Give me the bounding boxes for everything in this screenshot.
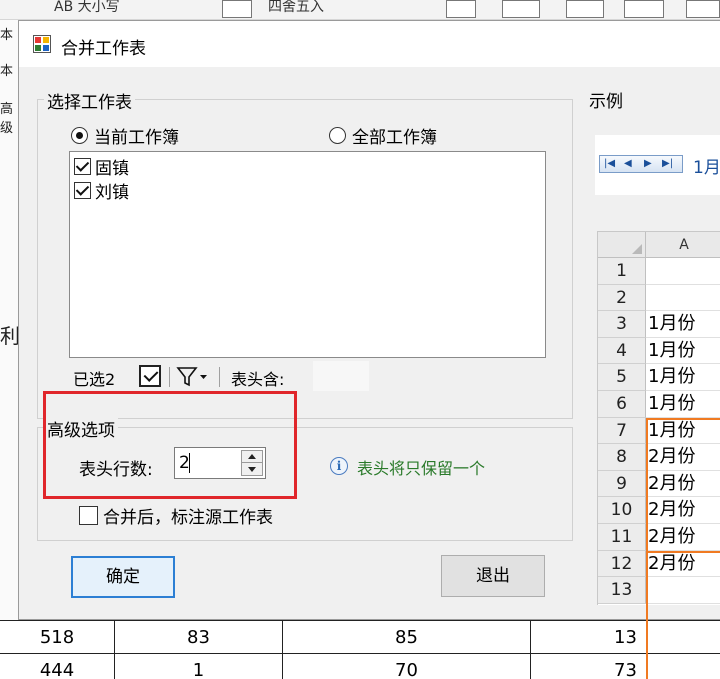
left-label: 本	[0, 28, 14, 43]
select-sheets-label: 选择工作表	[44, 88, 135, 113]
sheet-listbox[interactable]: 固镇 刘镇	[69, 151, 546, 358]
excel-left-strip: 本 本 高级 利	[0, 20, 20, 620]
merge-sheets-dialog: 合并工作表 选择工作表 当前工作簿 全部工作簿 固镇 刘镇 已选2 表头含: 高…	[18, 20, 720, 679]
annotate-source-checkbox[interactable]: 合并后，标注源工作表	[79, 503, 273, 528]
example-preview: |◀ ◀ ▶ ▶| 1月 A 1 2 3 1月份 4 1月份 5 1月份 6 1月份 7 1月份 8 2月份 9 2…	[595, 119, 720, 679]
radio-current-workbook[interactable]: 当前工作簿	[71, 123, 179, 148]
ribbon-table-icon[interactable]	[566, 0, 604, 18]
toolbar-divider	[169, 367, 170, 387]
example-label: 示例	[589, 92, 623, 112]
grid-cell[interactable]: 83	[114, 621, 282, 654]
group-outline-jan	[646, 417, 720, 553]
checkbox-unchecked-icon[interactable]	[79, 506, 98, 525]
filter-dropdown-icon[interactable]	[175, 365, 211, 389]
example-sheet: A 1 2 3 1月份 4 1月份 5 1月份 6 1月份 7 1月份 8 2月份 9 2月份 10 2月份 11 2…	[597, 231, 720, 679]
grid-cell[interactable]: 85	[282, 621, 530, 654]
ribbon-tool-icon[interactable]	[446, 0, 476, 18]
row-header: 2	[598, 284, 646, 312]
grid-cell[interactable]: 518	[0, 621, 114, 654]
ribbon-formula-icon[interactable]	[222, 0, 252, 18]
name-contains-input[interactable]	[313, 361, 369, 391]
radio-all-label: 全部工作簿	[352, 128, 437, 148]
row-header: 5	[598, 364, 646, 391]
sheet-name: 固镇	[95, 159, 129, 179]
ribbon-case-button[interactable]: AB 大小写	[54, 0, 120, 16]
radio-all-workbooks[interactable]: 全部工作簿	[329, 123, 437, 148]
radio-unselected-icon	[329, 127, 346, 144]
header-info-text: 表头将只保留一个	[357, 459, 486, 478]
ribbon-more-icon[interactable]	[686, 0, 720, 18]
select-all-checkbox-icon[interactable]	[139, 365, 161, 387]
list-toolbar: 已选2 表头含:	[69, 359, 546, 393]
radio-selected-icon	[71, 127, 88, 144]
grid-cell[interactable]: 1	[114, 654, 282, 679]
merge-app-icon	[33, 35, 51, 53]
example-cell: 1月份	[646, 311, 720, 338]
checkbox-checked-icon[interactable]	[74, 158, 91, 175]
ribbon-sheet-icon[interactable]	[502, 0, 540, 18]
row-header: 9	[598, 470, 646, 498]
row-header: 8	[598, 444, 646, 471]
grid-cell[interactable]: 444	[0, 654, 114, 679]
group-outline-feb	[646, 550, 720, 679]
left-partial-text: 利	[0, 324, 20, 348]
row-header: 1	[598, 258, 646, 285]
example-cell: 1月份	[646, 364, 720, 391]
row-header: 4	[598, 337, 646, 365]
exit-button[interactable]: 退出	[441, 555, 545, 597]
grid-cell[interactable]: 70	[282, 654, 530, 679]
row-header: 11	[598, 524, 646, 551]
row-header: 10	[598, 497, 646, 524]
highlight-box	[43, 391, 297, 499]
table-row: 518 83 85 13	[0, 620, 720, 654]
example-cell	[646, 258, 720, 285]
example-tab-strip: |◀ ◀ ▶ ▶| 1月	[595, 135, 720, 195]
row-header: 7	[598, 417, 646, 445]
sheet-name: 刘镇	[95, 183, 129, 203]
sheet-nav-arrows-icon: |◀ ◀ ▶ ▶|	[599, 155, 683, 173]
excel-grid: 518 83 85 13 444 1 70 73	[0, 620, 720, 679]
list-item[interactable]: 刘镇	[74, 178, 129, 203]
ribbon-round-button[interactable]: 四舍五入	[268, 0, 324, 16]
toolbar-divider	[219, 367, 220, 387]
excel-ribbon: AB 大小写 四舍五入	[0, 0, 720, 20]
example-sheet-tab: 1月	[693, 158, 720, 178]
dialog-titlebar[interactable]: 合并工作表	[19, 21, 720, 67]
dialog-title: 合并工作表	[61, 39, 146, 59]
row-header: 6	[598, 391, 646, 418]
row-header: 3	[598, 311, 646, 338]
column-header: A	[646, 232, 720, 258]
left-label: 高级	[0, 102, 14, 136]
selected-count: 已选2	[73, 370, 116, 389]
example-cell	[646, 285, 720, 312]
info-icon: i	[330, 457, 348, 475]
left-label: 本	[0, 64, 14, 79]
checkbox-checked-icon[interactable]	[74, 182, 91, 199]
ok-button[interactable]: 确定	[71, 556, 175, 598]
row-header: 12	[598, 550, 646, 578]
ribbon-grid-icon[interactable]	[624, 0, 664, 18]
table-row: 444 1 70 73	[0, 653, 720, 679]
list-item[interactable]: 固镇	[74, 154, 129, 179]
row-header: 13	[598, 577, 646, 604]
annotate-source-label: 合并后，标注源工作表	[103, 508, 273, 528]
name-contains-label: 表头含:	[231, 370, 285, 389]
example-cell: 1月份	[646, 391, 720, 418]
select-all-corner-icon	[598, 232, 646, 258]
radio-current-label: 当前工作簿	[94, 128, 179, 148]
example-cell: 1月份	[646, 338, 720, 365]
